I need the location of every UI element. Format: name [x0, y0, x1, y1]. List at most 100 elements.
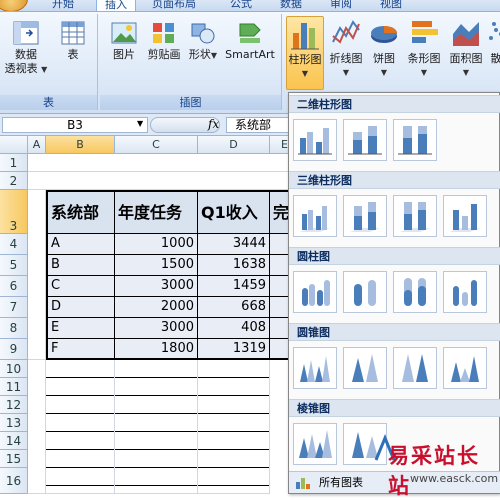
table-cell[interactable]: 668	[198, 297, 270, 318]
table-cell[interactable]	[270, 297, 290, 318]
row-header-16[interactable]: 16	[0, 468, 28, 494]
table-header-cell[interactable]: 完	[270, 190, 290, 234]
row-header-9[interactable]: 9	[0, 339, 28, 360]
smartart-button[interactable]: SmartArt	[222, 20, 278, 62]
table-cell[interactable]: 1459	[198, 276, 270, 297]
table-cell[interactable]: 3000	[115, 318, 198, 339]
clipart-button[interactable]: 剪贴画	[144, 20, 184, 62]
picture-button[interactable]: 图片	[104, 20, 144, 62]
cylinder-3d-thumb[interactable]	[443, 271, 487, 313]
line-chart-button[interactable]: 折线图 ▼	[326, 16, 366, 80]
tab-data[interactable]: 数据	[280, 0, 302, 11]
shapes-button[interactable]: 形状▼	[186, 20, 220, 63]
tab-formulas[interactable]: 公式	[230, 0, 252, 11]
table-cell[interactable]: D	[46, 297, 115, 318]
table-cell[interactable]: 2000	[115, 297, 198, 318]
stacked-column-2d-thumb[interactable]	[343, 119, 387, 161]
stacked-column-3d-thumb[interactable]	[343, 195, 387, 237]
table-cell[interactable]: 3000	[115, 276, 198, 297]
clustered-cylinder-thumb[interactable]	[293, 271, 337, 313]
row-header-11[interactable]: 11	[0, 378, 28, 396]
worksheet-grid[interactable]: A B C D E 1 2 3 4 5 6 7 8 9 10 11 12 13 …	[0, 136, 290, 494]
row-header-15[interactable]: 15	[0, 450, 28, 468]
column-header-a[interactable]: A	[28, 136, 46, 154]
table-cell[interactable]: A	[46, 234, 115, 255]
cell-empty-row[interactable]	[28, 154, 290, 172]
row-header-13[interactable]: 13	[0, 414, 28, 432]
table-header-cell[interactable]: Q1收入	[198, 190, 270, 234]
clustered-pyramid-thumb[interactable]	[293, 423, 337, 465]
row-header-8[interactable]: 8	[0, 318, 28, 339]
cell-empty-row[interactable]	[28, 172, 290, 190]
table-cell[interactable]	[270, 318, 290, 339]
clustered-column-2d-thumb[interactable]	[293, 119, 337, 161]
table-cell[interactable]: 1800	[115, 339, 198, 360]
cell-empty-block[interactable]	[46, 360, 115, 494]
table-cell[interactable]: C	[46, 276, 115, 297]
insert-function-button[interactable]: fx	[208, 117, 219, 131]
name-box[interactable]: B3	[2, 117, 148, 133]
table-cell[interactable]: 1638	[198, 255, 270, 276]
tab-view[interactable]: 视图	[380, 0, 402, 11]
column-3d-thumb[interactable]	[443, 195, 487, 237]
select-all-corner[interactable]	[0, 136, 28, 154]
clustered-cone-thumb[interactable]	[293, 347, 337, 389]
table-header-cell[interactable]: 年度任务	[115, 190, 198, 234]
percent-stacked-column-3d-thumb[interactable]	[393, 195, 437, 237]
row-header-3[interactable]: 3	[0, 190, 28, 234]
row-header-2[interactable]: 2	[0, 172, 28, 190]
table-cell[interactable]: B	[46, 255, 115, 276]
pie-chart-button[interactable]: 饼图 ▼	[368, 16, 400, 80]
stacked-cylinder-thumb[interactable]	[343, 271, 387, 313]
tab-insert[interactable]: 插入	[96, 0, 136, 11]
column-header-c[interactable]: C	[115, 136, 198, 154]
clustered-column-3d-thumb[interactable]	[293, 195, 337, 237]
percent-stacked-cone-thumb[interactable]	[393, 347, 437, 389]
chevron-down-icon[interactable]: ▼	[137, 119, 143, 128]
pivot-table-button[interactable]: 数据 透视表 ▼	[4, 20, 48, 77]
column-header-e[interactable]: E	[270, 136, 290, 154]
table-cell[interactable]: 1500	[115, 255, 198, 276]
table-cell[interactable]	[270, 234, 290, 255]
formula-input[interactable]: 系统部	[226, 117, 290, 133]
scatter-chart-button[interactable]: 散	[486, 16, 500, 66]
bar-chart-button[interactable]: 条形图 ▼	[402, 16, 446, 80]
row-header-5[interactable]: 5	[0, 255, 28, 276]
row-header-4[interactable]: 4	[0, 234, 28, 255]
tab-review[interactable]: 审阅	[330, 0, 352, 11]
row-header-10[interactable]: 10	[0, 360, 28, 378]
cell-column-a[interactable]	[28, 360, 46, 494]
table-cell[interactable]	[270, 255, 290, 276]
cylinder-icon	[404, 278, 426, 306]
column-header-b[interactable]: B	[46, 136, 115, 154]
table-header-cell[interactable]: 系统部	[46, 190, 115, 234]
row-header-12[interactable]: 12	[0, 396, 28, 414]
percent-stacked-column-2d-thumb[interactable]	[393, 119, 437, 161]
tab-home[interactable]: 开始	[52, 0, 74, 11]
table-cell[interactable]: E	[46, 318, 115, 339]
table-cell[interactable]: 3444	[198, 234, 270, 255]
cone-3d-thumb[interactable]	[443, 347, 487, 389]
column-header-d[interactable]: D	[198, 136, 270, 154]
table-cell[interactable]	[270, 276, 290, 297]
table-cell[interactable]	[270, 339, 290, 360]
stacked-cone-thumb[interactable]	[343, 347, 387, 389]
row-header-6[interactable]: 6	[0, 276, 28, 297]
table-cell[interactable]: 1000	[115, 234, 198, 255]
cell-empty-block[interactable]	[115, 360, 198, 494]
row-header-1[interactable]: 1	[0, 154, 28, 172]
column-chart-button[interactable]: 柱形图 ▼	[286, 16, 324, 90]
office-button[interactable]	[0, 0, 28, 11]
row-header-7[interactable]: 7	[0, 297, 28, 318]
cell-empty-block[interactable]	[198, 360, 270, 494]
percent-stacked-cylinder-thumb[interactable]	[393, 271, 437, 313]
table-button[interactable]: 表	[54, 20, 92, 62]
cell-column-a[interactable]	[28, 190, 46, 360]
row-header-14[interactable]: 14	[0, 432, 28, 450]
tab-page-layout[interactable]: 页面布局	[152, 0, 196, 11]
table-cell[interactable]: F	[46, 339, 115, 360]
table-cell[interactable]: 408	[198, 318, 270, 339]
area-chart-button[interactable]: 面积图 ▼	[446, 16, 486, 80]
group-illustrations: 图片 剪贴画 形状▼ SmartArt 插图	[100, 14, 282, 110]
table-cell[interactable]: 1319	[198, 339, 270, 360]
